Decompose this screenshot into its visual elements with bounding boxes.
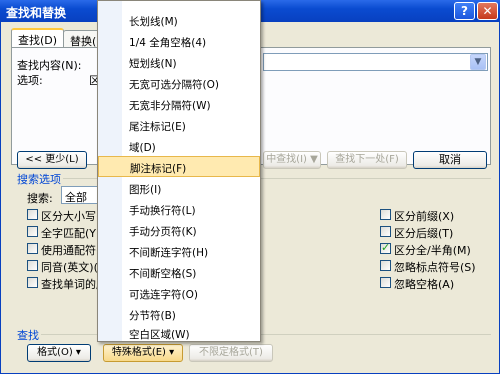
menu-item-label: 短划线(N) [129, 58, 177, 70]
less-button[interactable]: << 更少(L) [17, 151, 87, 169]
menu-item[interactable]: 可选连字符(O) [98, 283, 260, 304]
search-scope-label: 搜索: [27, 192, 53, 205]
menu-item[interactable]: 长划线(M) [98, 10, 260, 31]
options-label: 选项: [17, 74, 43, 87]
search-scope-value: 全部 [65, 191, 87, 204]
cancel-button[interactable]: 取消 [413, 151, 487, 169]
find-in-button[interactable]: 中查找(I) ▼ [263, 151, 321, 169]
whole-word-label: 全字匹配(Y) [41, 227, 101, 240]
menu-item[interactable]: 1/4 全角空格(4) [98, 31, 260, 52]
format-button[interactable]: 格式(O) ▾ [27, 344, 91, 362]
special-format-button[interactable]: 特殊格式(E) ▾ [103, 344, 183, 362]
window-title: 查找和替换 [6, 6, 67, 20]
close-button[interactable]: ✕ [477, 2, 498, 20]
tab-find[interactable]: 查找(D) [11, 28, 65, 48]
menu-item[interactable]: 分节符(B) [98, 304, 260, 325]
menu-item-label: 无宽可选分隔符(O) [129, 79, 219, 91]
menu-item-label: 不间断空格(S) [129, 268, 197, 280]
ignore-punct-label: 忽略标点符号(S) [394, 261, 476, 274]
checkbox-match-prefix[interactable] [380, 209, 391, 220]
menu-item-label: 尾注标记(E) [129, 121, 186, 133]
menu-item-label: 手动换行符(L) [129, 205, 196, 217]
wildcards-label: 使用通配符( [41, 244, 101, 257]
find-what-label: 查找内容(N): [17, 59, 82, 72]
menu-item[interactable]: 图形(I) [98, 178, 260, 199]
menu-item-label: 不间断连字符(H) [129, 247, 209, 259]
match-suffix-label: 区分后缀(T) [394, 227, 454, 240]
sounds-like-label: 同音(英文)( [41, 261, 98, 274]
menu-item[interactable]: 短划线(N) [98, 52, 260, 73]
menu-item[interactable]: 手动换行符(L) [98, 199, 260, 220]
menu-item[interactable]: 域(D) [98, 136, 260, 157]
menu-item-label: 域(D) [129, 142, 156, 154]
checkbox-sounds-like[interactable] [27, 260, 38, 271]
help-button[interactable]: ? [454, 2, 475, 20]
match-prefix-label: 区分前缀(X) [394, 210, 455, 223]
checkbox-all-word-forms[interactable] [27, 277, 38, 288]
menu-item-label: 长划线(M) [129, 16, 178, 28]
checkbox-match-suffix[interactable] [380, 226, 391, 237]
search-scope-select[interactable]: 全部 [61, 186, 99, 204]
menu-item[interactable]: 尾注标记(E) [98, 115, 260, 136]
special-format-menu: 长划线(M) 1/4 全角空格(4) 短划线(N) 无宽可选分隔符(O) 无宽非… [97, 0, 261, 342]
menu-item-label: 手动分页符(K) [129, 226, 197, 238]
search-options-title: 搜索选项 [17, 173, 61, 186]
find-next-button[interactable]: 查找下一处(F) [327, 151, 407, 169]
checkbox-match-width[interactable] [380, 241, 391, 254]
match-width-label: 区分全/半角(M) [394, 244, 471, 257]
checkbox-ignore-punct[interactable] [380, 260, 391, 271]
checkbox-ignore-space[interactable] [380, 277, 391, 288]
chevron-down-icon[interactable]: ▼ [470, 54, 486, 70]
menu-item[interactable]: 空白区域(W) [98, 323, 260, 344]
menu-item-label: 分节符(B) [129, 310, 176, 322]
menu-item-label: 无宽非分隔符(W) [129, 100, 211, 112]
menu-item-label: 1/4 全角空格(4) [129, 37, 207, 49]
menu-item[interactable]: 无宽非分隔符(W) [98, 94, 260, 115]
menu-item-label: 图形(I) [129, 184, 162, 196]
checkbox-match-case[interactable] [27, 209, 38, 220]
find-section-title: 查找 [17, 329, 39, 342]
menu-item[interactable]: 不间断连字符(H) [98, 241, 260, 262]
checkbox-wildcards[interactable] [27, 243, 38, 254]
menu-item-highlighted[interactable]: 脚注标记(F) [98, 156, 260, 177]
no-format-button[interactable]: 不限定格式(T) [189, 344, 273, 362]
menu-item[interactable]: 无宽可选分隔符(O) [98, 73, 260, 94]
menu-item-label: 可选连字符(O) [129, 289, 198, 301]
menu-item[interactable]: 不间断空格(S) [98, 262, 260, 283]
ignore-space-label: 忽略空格(A) [394, 278, 455, 291]
menu-item[interactable]: 手动分页符(K) [98, 220, 260, 241]
match-case-label: 区分大小写( [41, 210, 101, 223]
find-what-input[interactable] [263, 53, 488, 71]
menu-item-label: 脚注标记(F) [130, 163, 187, 175]
checkbox-whole-word[interactable] [27, 226, 38, 237]
tab-find-label: 查找(D) [18, 34, 58, 47]
menu-item-label: 空白区域(W) [129, 329, 190, 341]
